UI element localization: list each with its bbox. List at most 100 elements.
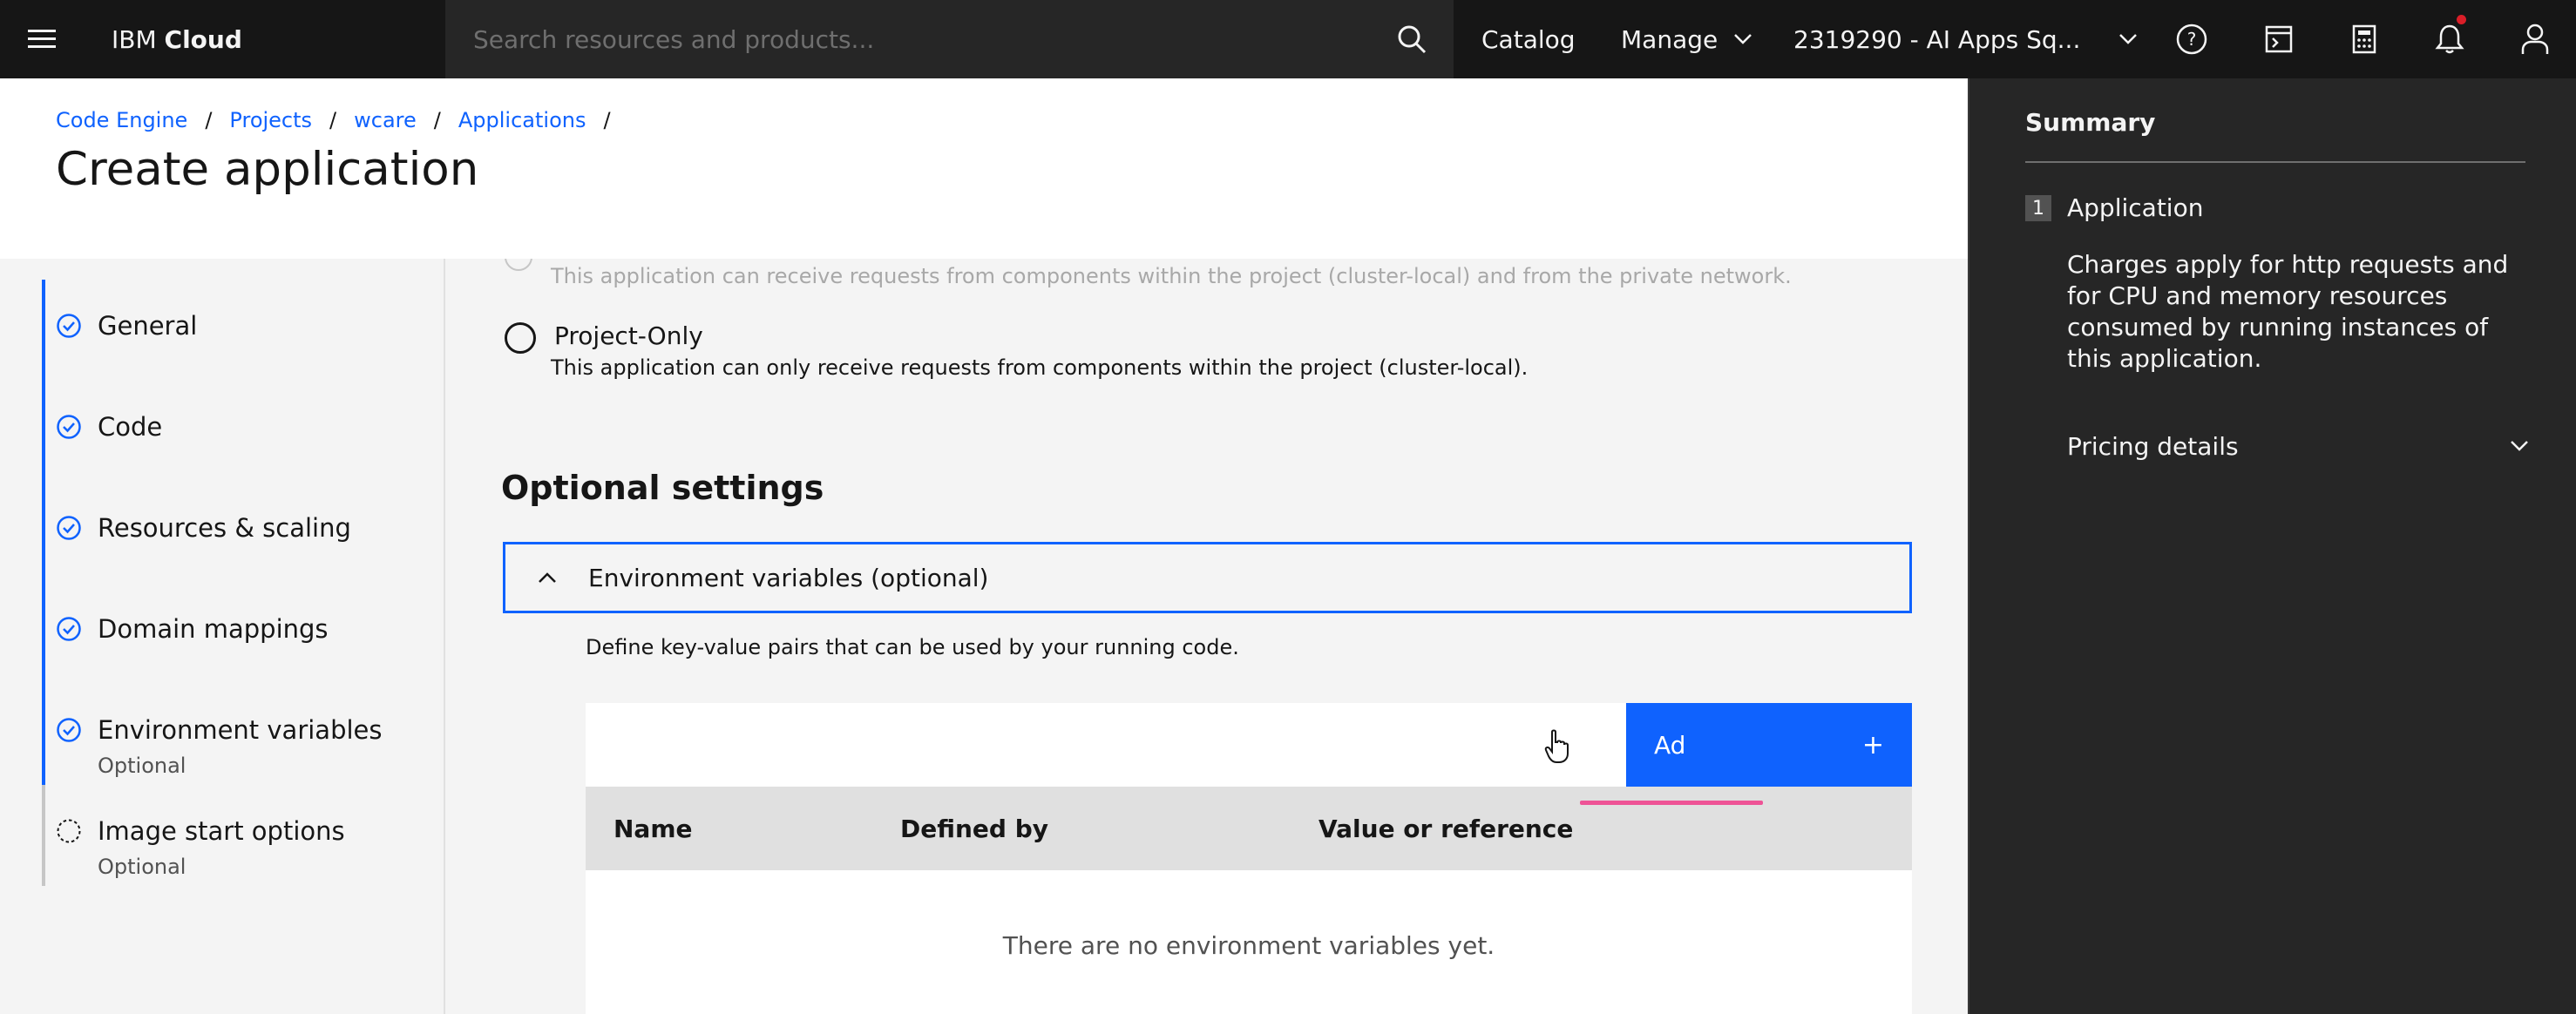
add-button-label: Ad [1654, 730, 1686, 760]
breadcrumb-code-engine[interactable]: Code Engine [56, 108, 187, 132]
step-resources-scaling[interactable]: Resources & scaling [42, 482, 408, 583]
page-header: Code Engine / Projects / wcare / Applica… [0, 78, 1968, 259]
summary-step-label: Application [2067, 193, 2204, 222]
account-switcher[interactable]: 2319290 - AI Apps Sq... [1793, 0, 2138, 78]
breadcrumb-separator: / [433, 108, 441, 132]
catalog-link[interactable]: Catalog [1481, 0, 1576, 78]
page-title: Create application [56, 143, 479, 196]
step-general[interactable]: General [42, 280, 408, 381]
chevron-down-icon [2119, 34, 2138, 44]
step-optional-label: Optional [98, 855, 186, 879]
column-header-value[interactable]: Value or reference [1319, 815, 1573, 843]
pricing-details-toggle[interactable]: Pricing details [2067, 429, 2529, 463]
hand-pointer-cursor-icon [1544, 729, 1569, 763]
step-progress-bar [42, 684, 45, 785]
top-header: IBM Cloud Search resources and products.… [0, 0, 2576, 78]
table-toolbar: Ad + [586, 703, 1912, 787]
help-button[interactable]: ? [2149, 0, 2234, 78]
accordion-toggle[interactable] [505, 544, 588, 611]
table-empty-state: There are no environment variables yet. [586, 870, 1912, 1014]
breadcrumb-separator: / [329, 108, 337, 132]
main-content: This application can receive requests fr… [447, 259, 1968, 1014]
calculator-icon [2352, 24, 2376, 54]
accordion-description: Define key-value pairs that can be used … [586, 635, 1239, 659]
step-progress-bar [42, 785, 45, 886]
step-optional-label: Optional [98, 754, 186, 778]
brand-prefix: IBM [112, 24, 157, 54]
step-label: Environment variables [98, 715, 383, 745]
step-label: Code [98, 412, 163, 442]
breadcrumb: Code Engine / Projects / wcare / Applica… [56, 108, 628, 132]
env-vars-accordion-header[interactable]: Environment variables (optional) [503, 542, 1912, 613]
checkmark-outline-icon [57, 617, 81, 641]
summary-divider [2025, 161, 2525, 163]
chevron-down-icon [1734, 34, 1752, 44]
step-domain-mappings[interactable]: Domain mappings [42, 583, 408, 684]
project-only-radio[interactable] [505, 322, 536, 354]
private-endpoint-helper: This application can receive requests fr… [551, 264, 1792, 288]
cost-estimator-button[interactable] [2322, 0, 2407, 78]
step-label: Resources & scaling [98, 513, 351, 543]
global-search[interactable]: Search resources and products... [445, 0, 1454, 78]
empty-state-message: There are no environment variables yet. [1002, 931, 1495, 960]
notifications-button[interactable] [2407, 0, 2492, 78]
add-icon: + [1861, 729, 1884, 760]
brand-name: Cloud [164, 24, 242, 54]
summary-description: Charges apply for http requests and for … [2067, 250, 2509, 373]
search-button[interactable] [1370, 0, 1454, 78]
search-input[interactable]: Search resources and products... [473, 25, 1370, 54]
summary-step-number: 1 [2025, 195, 2051, 221]
checkmark-outline-icon [57, 415, 81, 439]
step-progress-bar [42, 482, 45, 583]
step-label: Image start options [98, 816, 345, 846]
step-label: General [98, 311, 198, 341]
project-only-helper: This application can only receive reques… [551, 355, 1529, 380]
step-progress-bar [42, 280, 45, 381]
notification-badge [2457, 15, 2466, 24]
search-icon [1398, 25, 1427, 54]
step-label: Domain mappings [98, 614, 329, 644]
terminal-icon [2265, 25, 2293, 53]
column-header-defined-by[interactable]: Defined by [900, 815, 1048, 843]
manage-label: Manage [1621, 24, 1718, 54]
manage-menu[interactable]: Manage [1621, 0, 1752, 78]
breadcrumb-separator: / [205, 108, 213, 132]
checkmark-outline-icon [57, 314, 81, 338]
progress-indicator: General Code Resources & scaling Domain … [0, 259, 445, 1014]
checkmark-outline-icon [57, 516, 81, 540]
accordion-title: Environment variables (optional) [588, 563, 989, 592]
focus-indicator-line [1580, 801, 1763, 805]
breadcrumb-applications[interactable]: Applications [458, 108, 586, 132]
chevron-up-icon [538, 572, 556, 583]
private-endpoint-radio[interactable] [505, 259, 532, 271]
account-label: 2319290 - AI Apps Sq... [1793, 24, 2081, 54]
incomplete-circle-icon [57, 819, 81, 843]
add-env-var-button[interactable]: Ad + [1626, 703, 1912, 787]
bell-icon [2435, 24, 2464, 54]
pricing-details-label: Pricing details [2067, 431, 2239, 461]
table-header-row: Name Defined by Value or reference [586, 787, 1912, 870]
project-only-label[interactable]: Project-Only [554, 321, 703, 350]
env-vars-table: Ad + Name Defined by Value or reference … [586, 703, 1912, 1014]
breadcrumb-separator: / [603, 108, 611, 132]
hamburger-menu-button[interactable] [0, 0, 84, 78]
help-icon: ? [2176, 24, 2207, 55]
summary-panel: Summary 1 Application Charges apply for … [1968, 78, 2576, 1014]
summary-title: Summary [2025, 108, 2156, 137]
step-progress-bar [42, 583, 45, 684]
step-code[interactable]: Code [42, 381, 408, 482]
optional-settings-title: Optional settings [501, 469, 824, 507]
step-environment-variables[interactable]: Environment variables Optional [42, 684, 408, 785]
breadcrumb-projects[interactable]: Projects [229, 108, 312, 132]
chevron-down-icon [2511, 441, 2528, 451]
column-header-name[interactable]: Name [613, 815, 693, 843]
hamburger-menu-icon [28, 30, 56, 48]
checkmark-outline-icon [57, 718, 81, 742]
step-progress-bar [42, 381, 45, 482]
breadcrumb-project-wcare[interactable]: wcare [354, 108, 417, 132]
user-profile-button[interactable] [2492, 0, 2576, 78]
user-avatar-icon [2521, 24, 2549, 54]
step-image-start-options[interactable]: Image start options Optional [42, 785, 408, 886]
cloud-shell-button[interactable] [2236, 0, 2322, 78]
brand-logo[interactable]: IBM Cloud [84, 25, 445, 54]
